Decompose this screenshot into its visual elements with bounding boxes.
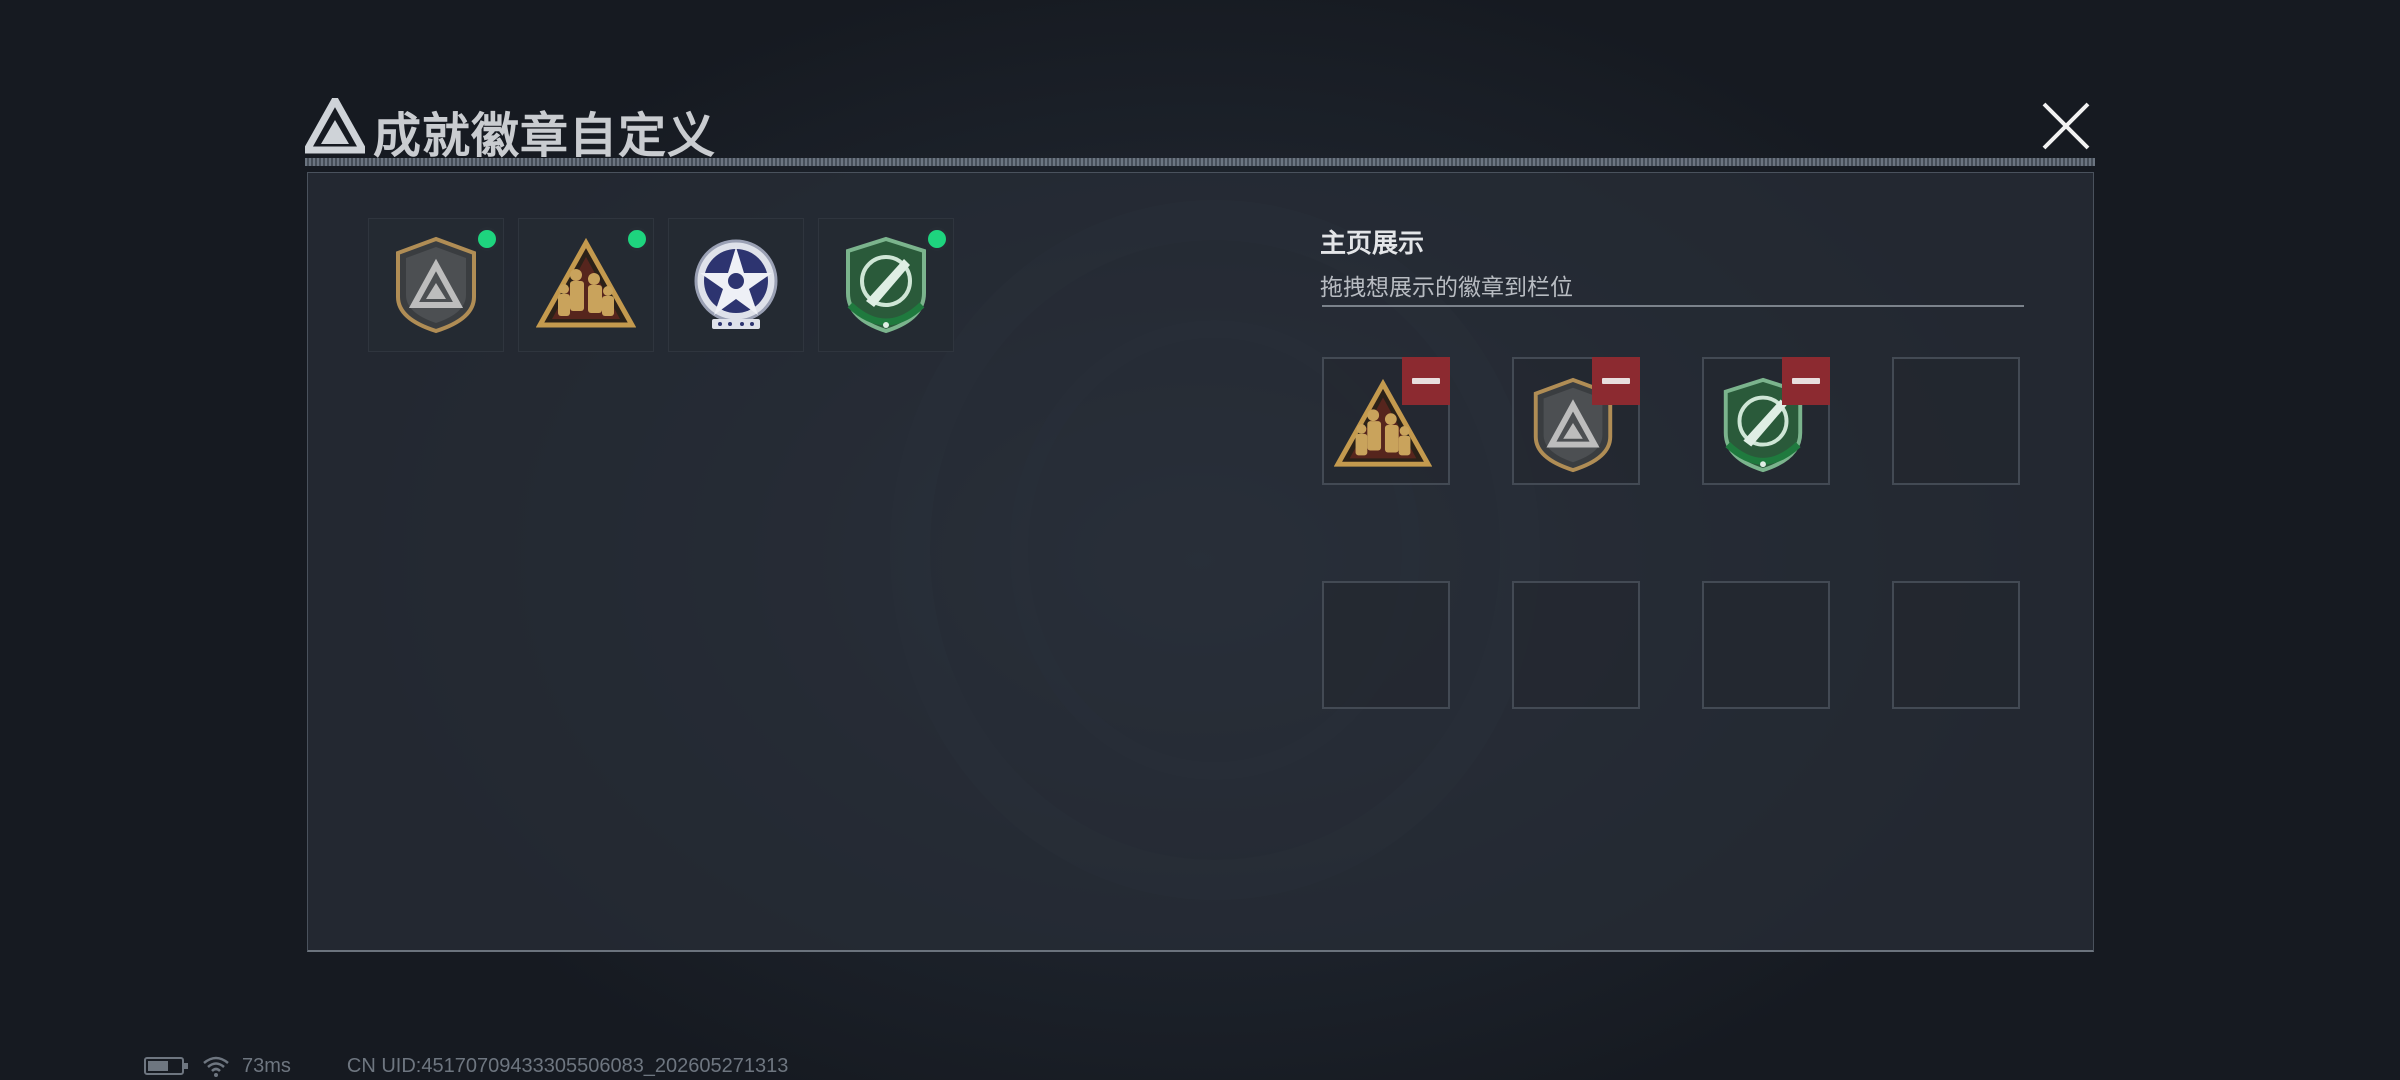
showcase-slot-4[interactable]	[1892, 357, 2020, 485]
showcase-slot-8[interactable]	[1892, 581, 2020, 709]
badge-panel: 主页展示 拖拽想展示的徽章到栏位	[307, 172, 2094, 952]
close-button[interactable]	[2036, 96, 2096, 156]
showcase-slot-7[interactable]	[1702, 581, 1830, 709]
wifi-icon	[203, 1056, 229, 1077]
showcase-slot-3[interactable]	[1702, 357, 1830, 485]
selected-indicator	[475, 227, 499, 251]
selected-indicator	[625, 227, 649, 251]
showcase-divider	[1322, 305, 2024, 307]
title-bar: 成就徽章自定义	[305, 92, 2095, 168]
title-divider	[305, 158, 2095, 166]
owned-badge-2[interactable]	[518, 218, 654, 352]
showcase-slot-1[interactable]	[1322, 357, 1450, 485]
close-icon	[2042, 102, 2090, 150]
showcase-slot-2[interactable]	[1512, 357, 1640, 485]
showcase-slot-5[interactable]	[1322, 581, 1450, 709]
badge-customize-screen: 成就徽章自定义 主页展示 拖拽想展示的徽章到栏位 73ms CN UID:451…	[0, 0, 2400, 1080]
showcase-header: 主页展示 拖拽想展示的徽章到栏位	[1320, 223, 1573, 302]
delta-logo-icon	[305, 98, 365, 154]
star-wings-badge-icon	[694, 239, 778, 329]
owned-badge-list	[368, 218, 954, 352]
showcase-title: 主页展示	[1320, 229, 1425, 259]
showcase-slot-grid	[1322, 357, 2020, 709]
status-bar: 73ms CN UID:45170709433305506083_2026052…	[144, 1054, 788, 1078]
user-uid: CN UID:45170709433305506083_202605271313	[346, 1054, 789, 1077]
showcase-hint: 拖拽想展示的徽章到栏位	[1320, 275, 1573, 301]
remove-badge-button[interactable]	[1592, 357, 1640, 405]
shield-triangle-badge-icon	[396, 236, 476, 334]
remove-badge-button[interactable]	[1782, 357, 1830, 405]
battery-icon	[144, 1057, 188, 1075]
page-title: 成就徽章自定义	[373, 108, 717, 164]
green-knife-shield-badge-icon	[846, 236, 926, 334]
owned-badge-4[interactable]	[818, 218, 954, 352]
ping-value: 73ms	[242, 1054, 291, 1077]
selected-indicator	[925, 227, 949, 251]
owned-badge-1[interactable]	[368, 218, 504, 352]
soldiers-triangle-badge-icon	[536, 237, 636, 328]
remove-badge-button[interactable]	[1402, 357, 1450, 405]
owned-badge-3[interactable]	[668, 218, 804, 352]
showcase-slot-6[interactable]	[1512, 581, 1640, 709]
